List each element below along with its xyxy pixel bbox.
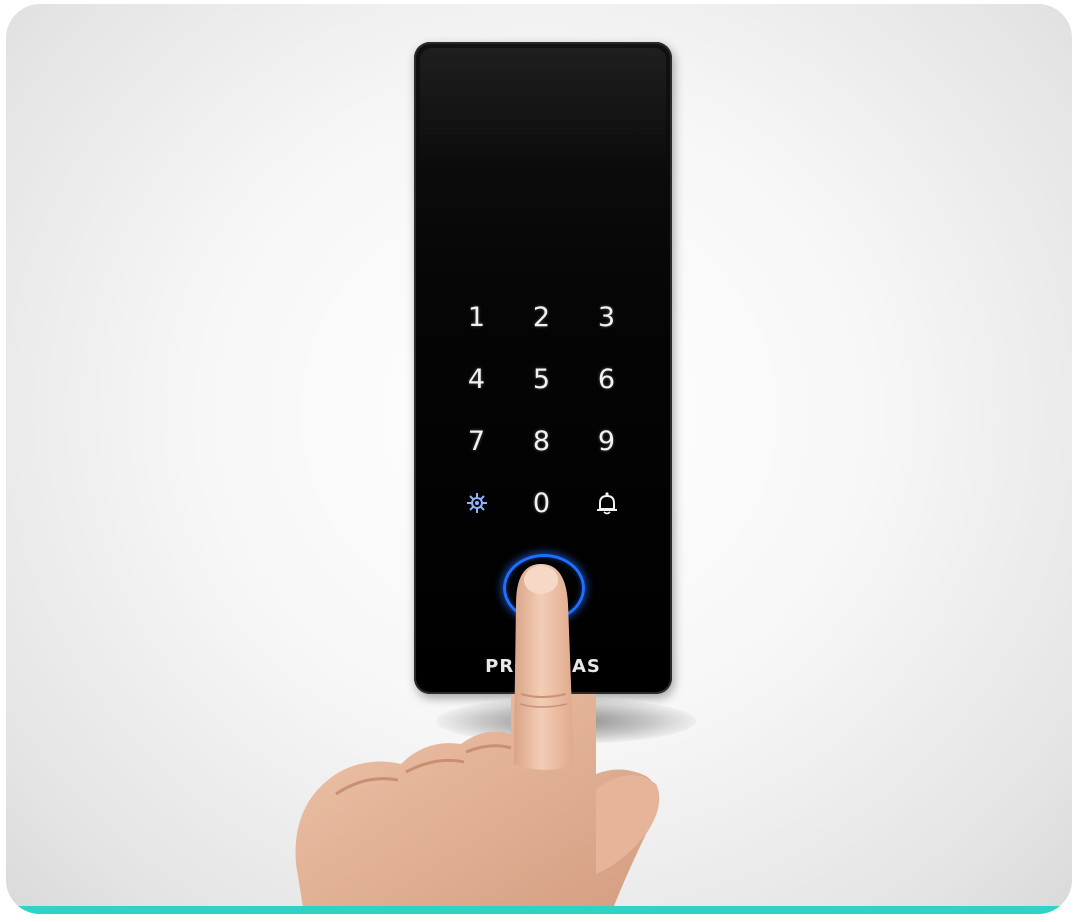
product-photo-frame: 1 2 3 4 5 6 7 8 9 0 PROTERAS — [6, 4, 1072, 914]
key-3[interactable]: 3 — [583, 295, 631, 339]
fingerprint-sensor[interactable] — [503, 554, 585, 622]
key-0[interactable]: 0 — [518, 481, 566, 525]
key-1[interactable]: 1 — [453, 295, 501, 339]
smart-lock-device: 1 2 3 4 5 6 7 8 9 0 PROTERAS — [414, 42, 672, 694]
key-8[interactable]: 8 — [518, 419, 566, 463]
key-2[interactable]: 2 — [518, 295, 566, 339]
keypad: 1 2 3 4 5 6 7 8 9 0 — [444, 286, 640, 534]
device-shadow — [436, 698, 696, 744]
key-6[interactable]: 6 — [583, 357, 631, 401]
key-9[interactable]: 9 — [583, 419, 631, 463]
bottom-accent-strip — [6, 906, 1072, 914]
brand-logo: PROTERAS — [485, 656, 601, 677]
bell-icon — [596, 492, 617, 515]
key-5[interactable]: 5 — [518, 357, 566, 401]
settings-key[interactable] — [453, 481, 501, 525]
gear-icon — [466, 493, 487, 513]
key-4[interactable]: 4 — [453, 357, 501, 401]
key-7[interactable]: 7 — [453, 419, 501, 463]
device-gloss — [420, 48, 666, 168]
doorbell-key[interactable] — [583, 481, 631, 525]
